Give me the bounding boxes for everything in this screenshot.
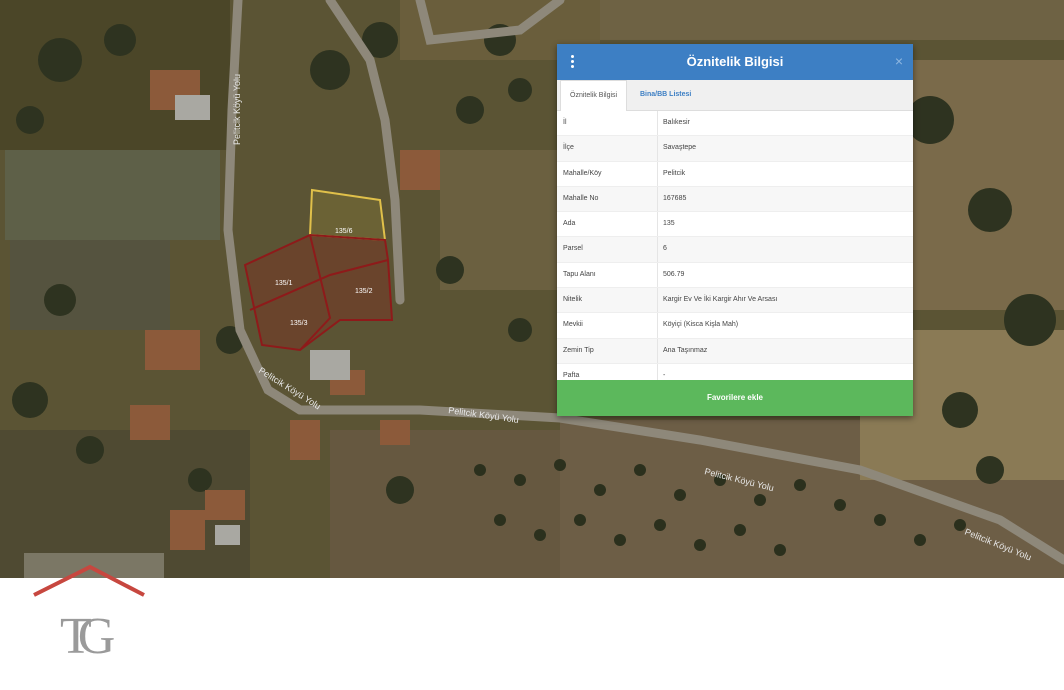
row-key: Mahalle/Köy [563, 169, 602, 177]
tab-building-list[interactable]: Bina/BB Listesi [631, 80, 700, 110]
row-key: Mevkii [563, 321, 583, 329]
row-value: Balıkesir [663, 119, 690, 126]
row-value: Pelitcik [663, 169, 686, 177]
logo-letters: TG [60, 608, 114, 665]
panel-header: Öznitelik Bilgisi × [557, 44, 913, 80]
row-value: 135 [663, 220, 675, 228]
row-key: İlçe [563, 144, 574, 152]
row-key: Pafta [563, 371, 580, 379]
attribute-info-panel: Öznitelik Bilgisi × Öznitelik Bilgisi Bi… [557, 44, 913, 416]
row-value: Savaştepe [663, 144, 697, 152]
panel-tabs: Öznitelik Bilgisi Bina/BB Listesi [557, 80, 913, 111]
table-row: Parsel 6 [557, 237, 913, 263]
row-key: Zemin Tip [563, 346, 594, 354]
row-value: 167685 [663, 194, 687, 202]
parcel-label: 135/2 [355, 288, 373, 295]
table-row: Mevkii Köyiçi (Kisca Kişla Mah) [557, 313, 913, 339]
row-value: Köyiçi (Kisca Kişla Mah) [663, 321, 739, 329]
row-key: Mahalle No [563, 194, 599, 202]
tab-attribute-info[interactable]: Öznitelik Bilgisi [560, 80, 628, 111]
parcel-label: 135/3 [290, 320, 308, 327]
table-row: İlçe Savaştepe [557, 136, 913, 162]
add-to-favorites-button[interactable]: Favorilere ekle [557, 380, 913, 416]
tg-logo: TG [24, 553, 164, 673]
road-label: Pelitcik Köyü Yolu [232, 74, 242, 145]
parcel-label: 135/6 [335, 228, 353, 235]
table-row: Ada 135 [557, 212, 913, 238]
row-value: Ana Taşınmaz [663, 346, 708, 354]
row-key: Nitelik [563, 296, 583, 304]
close-icon[interactable]: × [895, 53, 903, 69]
table-row: İl Balıkesir [557, 111, 913, 137]
row-value: Kargir Ev Ve İki Kargir Ahır Ve Arsası [663, 296, 778, 304]
row-key: Tapu Alanı [563, 270, 596, 278]
row-key: Parsel [563, 245, 583, 253]
panel-title: Öznitelik Bilgisi [686, 54, 784, 69]
parcel-label: 135/1 [275, 280, 293, 287]
row-value: 6 [663, 245, 667, 253]
attribute-table: İl Balıkesir İlçe Savaştepe Mahalle/Köy Pel… [557, 111, 913, 390]
table-row: Nitelik Kargir Ev Ve İki Kargir Ahır Ve A… [557, 288, 913, 314]
row-key: Ada [563, 220, 576, 228]
table-row: Tapu Alanı 506.79 [557, 262, 913, 289]
table-row: Zemin Tip Ana Taşınmaz [557, 338, 913, 364]
table-row: Mahalle/Köy Pelitcik [557, 161, 913, 187]
table-row: Mahalle No 167685 [557, 186, 913, 213]
row-value: 506.79 [663, 270, 685, 278]
row-value: - [663, 371, 666, 379]
row-key: İl [563, 119, 567, 126]
